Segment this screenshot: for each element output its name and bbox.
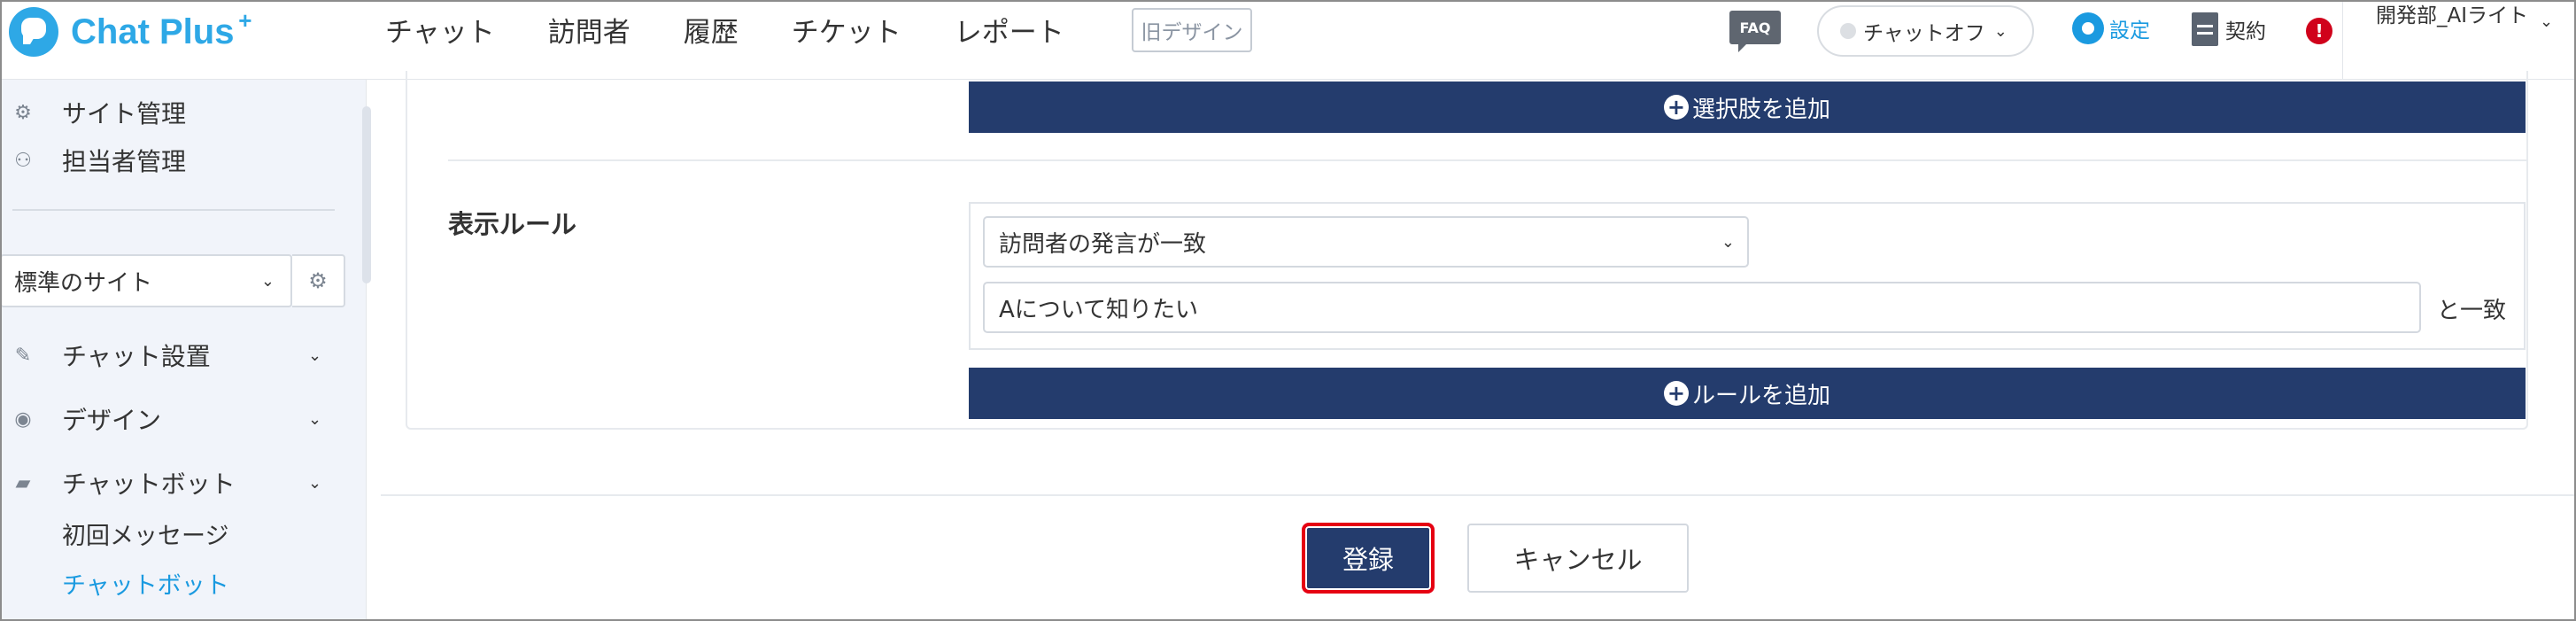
chevron-down-icon: ⌄ [308, 409, 322, 429]
old-design-button[interactable]: 旧デザイン [1132, 8, 1252, 52]
display-rule-label: 表示ルール [448, 209, 577, 239]
chevron-down-icon: ⌄ [308, 345, 322, 365]
main-nav: チャット 訪問者 履歴 チケット レポート [385, 0, 1118, 58]
alert-icon[interactable]: ! [2306, 18, 2332, 44]
main-content: + 選択肢を追加 表示ルール 訪問者の発言が一致 ⌄ Aについて知りたい と一致… [381, 71, 2576, 621]
chat-icon: ▰ [15, 471, 31, 494]
sidebar-item-label: サイト管理 [62, 99, 187, 128]
user-menu[interactable]: 開発部_AIライト [2376, 2, 2535, 31]
sidebar-item-label: 担当者管理 [62, 147, 187, 176]
sidebar-item-label: チャット設置 [62, 342, 211, 371]
sidebar-divider [12, 209, 335, 211]
footer-divider [381, 494, 2576, 496]
chevron-down-icon: ⌄ [1993, 21, 2007, 41]
rule-box: 訪問者の発言が一致 ⌄ Aについて知りたい と一致 [969, 202, 2526, 350]
faq-icon[interactable]: FAQ [1729, 11, 1781, 52]
document-icon [2192, 12, 2218, 46]
chat-bubble-logo-icon [9, 7, 58, 57]
tools-icon: ✎ [14, 344, 32, 367]
sidebar-item-chatbot[interactable]: ▰ チャットボット ⌄ [0, 461, 354, 505]
sidebar-item-label: チャットボット [62, 470, 236, 499]
add-rule-button[interactable]: + ルールを追加 [969, 368, 2526, 419]
sidebar-item-staff-management[interactable]: ⚇ 担当者管理 [0, 138, 354, 182]
gear-icon [2072, 12, 2104, 44]
add-choice-label: 選択肢を追加 [1691, 96, 1830, 123]
users-icon: ⚇ [14, 149, 32, 172]
save-button[interactable]: 登録 [1302, 523, 1435, 594]
nav-chat[interactable]: チャット [385, 10, 495, 50]
logo-text: Chat Plus + [71, 6, 252, 51]
user-divider [2342, 0, 2343, 80]
rule-match-label: と一致 [2437, 298, 2507, 324]
contract-link[interactable]: 契約 [2192, 12, 2266, 46]
site-settings-button[interactable]: ⚙ [292, 254, 345, 307]
rule-text-input[interactable]: Aについて知りたい [983, 282, 2421, 333]
sidebar-subitem-first-message[interactable]: 初回メッセージ [62, 516, 228, 551]
sidebar-item-chat-setup[interactable]: ✎ チャット設置 ⌄ [0, 333, 354, 377]
chevron-down-icon[interactable]: ⌄ [2540, 12, 2553, 31]
sidebar-item-label: デザイン [62, 406, 162, 435]
contract-label: 契約 [2225, 20, 2266, 43]
site-select-value: 標準のサイト [14, 269, 153, 297]
settings-link[interactable]: 設定 [2072, 12, 2150, 44]
chevron-down-icon: ⌄ [308, 473, 322, 493]
site-select[interactable]: 標準のサイト ⌄ [0, 254, 292, 307]
chat-status-toggle[interactable]: チャットオフ ⌄ [1817, 5, 2034, 57]
chevron-down-icon: ⌄ [260, 271, 275, 291]
add-choice-button[interactable]: + 選択肢を追加 [969, 82, 2526, 133]
settings-label: 設定 [2109, 19, 2150, 43]
add-rule-label: ルールを追加 [1691, 382, 1830, 409]
nav-visitors[interactable]: 訪問者 [548, 10, 630, 50]
nav-reports[interactable]: レポート [955, 10, 1064, 50]
rule-condition-select[interactable]: 訪問者の発言が一致 ⌄ [983, 216, 1749, 268]
gear-icon: ⚙ [14, 101, 32, 124]
sidebar: ⚙ サイト管理 ⚇ 担当者管理 標準のサイト ⌄ ⚙ ✎ チャット設置 ⌄ ◉ … [0, 80, 371, 621]
chat-plus-logo[interactable]: Chat Plus + [9, 5, 252, 58]
sidebar-subitem-chatbot[interactable]: チャットボット [62, 566, 229, 601]
plus-circle-icon: + [1663, 95, 1689, 120]
nav-tickets[interactable]: チケット [792, 10, 901, 50]
rule-condition-value: 訪問者の発言が一致 [999, 230, 1207, 258]
nav-history[interactable]: 履歴 [684, 10, 739, 50]
sidebar-item-design[interactable]: ◉ デザイン ⌄ [0, 397, 354, 441]
chevron-down-icon: ⌄ [1721, 232, 1735, 252]
chat-status-label: チャットオフ [1863, 22, 1985, 45]
section-divider [448, 159, 2527, 161]
sidebar-scrollbar[interactable] [362, 106, 371, 283]
sidebar-item-site-management[interactable]: ⚙ サイト管理 [0, 90, 354, 135]
top-header: Chat Plus + チャット 訪問者 履歴 チケット レポート 旧デザイン F… [0, 0, 2576, 80]
gear-icon: ⚙ [308, 268, 328, 293]
plus-circle-icon: + [1663, 381, 1689, 406]
palette-icon: ◉ [14, 408, 32, 431]
cancel-button[interactable]: キャンセル [1467, 524, 1689, 593]
status-dot-icon [1840, 23, 1856, 39]
